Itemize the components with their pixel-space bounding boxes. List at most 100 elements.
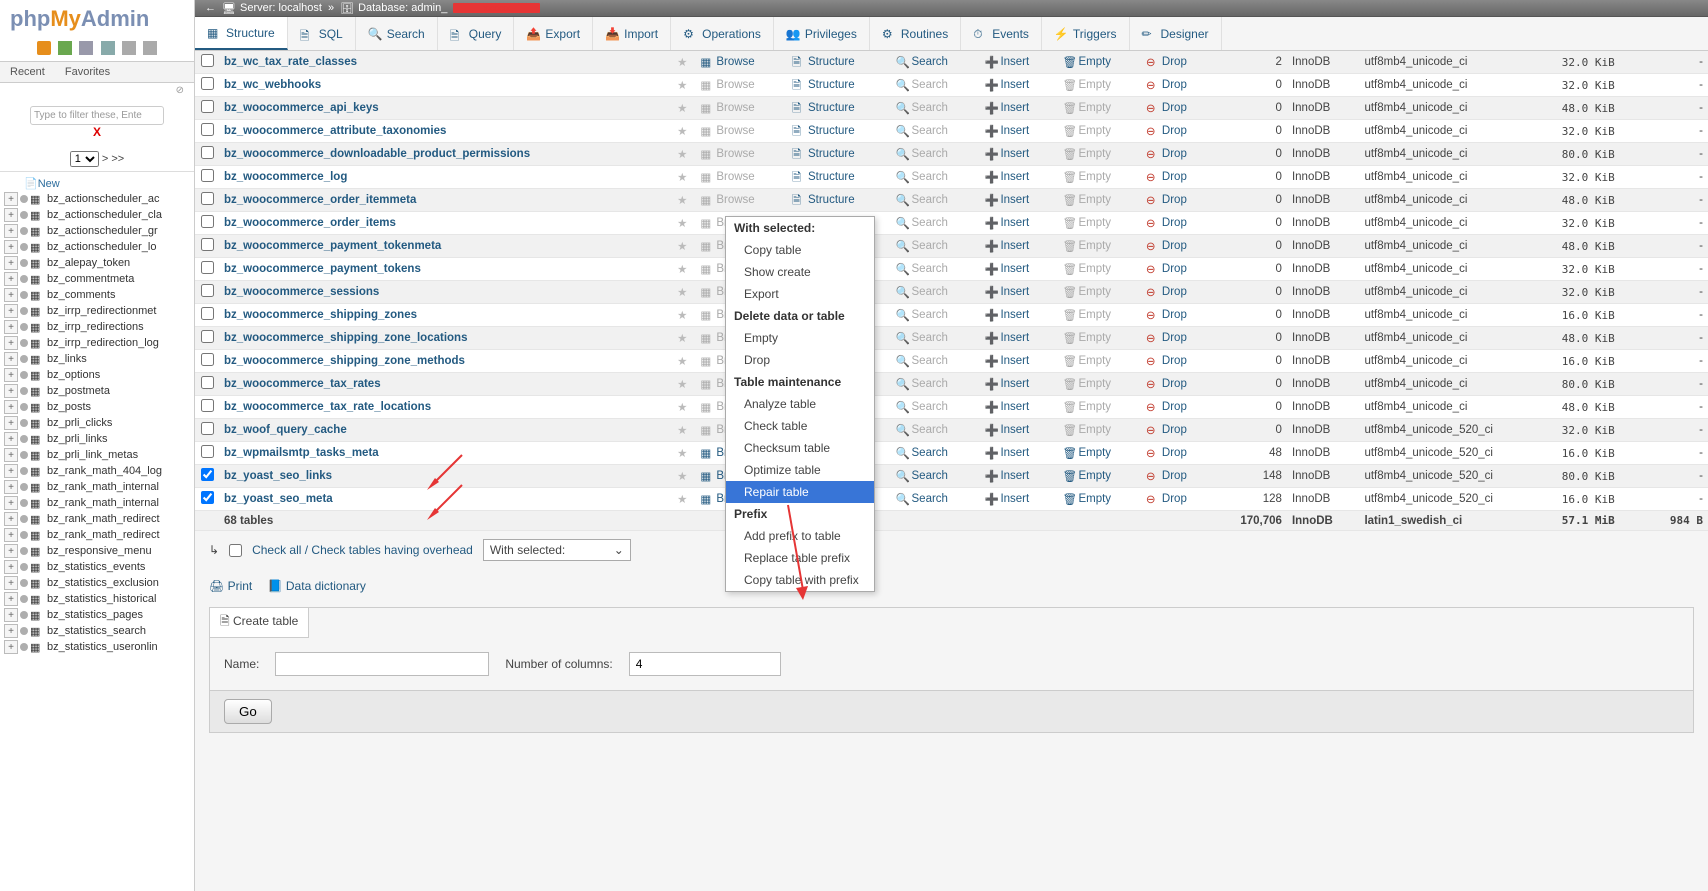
tree-item[interactable]: +▦bz_prli_clicks [4, 415, 194, 431]
expand-icon[interactable]: + [4, 464, 18, 478]
row-checkbox[interactable] [201, 123, 214, 136]
insert-action[interactable]: ➕Insert [984, 56, 1029, 68]
tree-item[interactable]: +▦bz_rank_math_redirect [4, 511, 194, 527]
expand-icon[interactable]: + [4, 608, 18, 622]
empty-action[interactable]: 🗑Empty [1062, 217, 1111, 229]
ctx-checksum[interactable]: Checksum table [726, 437, 874, 459]
tree-item[interactable]: +▦bz_options [4, 367, 194, 383]
drop-action[interactable]: ⊖Drop [1146, 125, 1187, 137]
tab-operations[interactable]: ⚙Operations [671, 17, 774, 50]
search-action[interactable]: 🔍Search [896, 401, 948, 413]
tab-query[interactable]: 🗎Query [438, 17, 515, 50]
table-name-link[interactable]: bz_woocommerce_shipping_zone_locations [224, 332, 467, 344]
drop-action[interactable]: ⊖Drop [1146, 79, 1187, 91]
tree-item[interactable]: +▦bz_actionscheduler_gr [4, 223, 194, 239]
drop-action[interactable]: ⊖Drop [1146, 240, 1187, 252]
tree-item[interactable]: +▦bz_commentmeta [4, 271, 194, 287]
tab-recent[interactable]: Recent [0, 62, 55, 82]
search-action[interactable]: 🔍Search [896, 102, 948, 114]
search-action[interactable]: 🔍Search [896, 493, 948, 505]
nav-left-icon[interactable]: ← [205, 2, 216, 14]
star-icon[interactable]: ★ [677, 218, 687, 230]
expand-icon[interactable]: + [4, 192, 18, 206]
ctx-analyze[interactable]: Analyze table [726, 393, 874, 415]
table-name-link[interactable]: bz_yoast_seo_links [224, 470, 332, 482]
ctx-export[interactable]: Export [726, 283, 874, 305]
browse-action[interactable]: ▦Browse [700, 56, 754, 68]
tree-item[interactable]: +▦bz_rank_math_404_log [4, 463, 194, 479]
drop-action[interactable]: ⊖Drop [1146, 401, 1187, 413]
with-selected-dropdown[interactable]: With selected: ⌄ [483, 539, 631, 561]
star-icon[interactable]: ★ [677, 379, 687, 391]
expand-icon[interactable]: + [4, 224, 18, 238]
row-checkbox[interactable] [201, 307, 214, 320]
ctx-drop[interactable]: Drop [726, 349, 874, 371]
table-name-link[interactable]: bz_woocommerce_api_keys [224, 102, 379, 114]
ctx-check[interactable]: Check table [726, 415, 874, 437]
tree-item[interactable]: +▦bz_responsive_menu [4, 543, 194, 559]
tree-item[interactable]: +▦bz_rank_math_internal [4, 495, 194, 511]
search-action[interactable]: 🔍Search [896, 355, 948, 367]
tree-item[interactable]: +▦bz_prli_links [4, 431, 194, 447]
search-action[interactable]: 🔍Search [896, 240, 948, 252]
search-action[interactable]: 🔍Search [896, 309, 948, 321]
structure-action[interactable]: 🗎Structure [792, 125, 855, 137]
table-name-link[interactable]: bz_woocommerce_log [224, 171, 347, 183]
browse-action[interactable]: ▦Browse [700, 148, 754, 160]
ctx-optimize[interactable]: Optimize table [726, 459, 874, 481]
empty-action[interactable]: 🗑Empty [1062, 424, 1111, 436]
expand-icon[interactable]: + [4, 336, 18, 350]
expand-icon[interactable]: + [4, 416, 18, 430]
star-icon[interactable]: ★ [677, 195, 687, 207]
star-icon[interactable]: ★ [677, 264, 687, 276]
table-name-link[interactable]: bz_woocommerce_tax_rate_locations [224, 401, 431, 413]
star-icon[interactable]: ★ [677, 287, 687, 299]
empty-action[interactable]: 🗑Empty [1062, 102, 1111, 114]
drop-action[interactable]: ⊖Drop [1146, 493, 1187, 505]
structure-action[interactable]: 🗎Structure [792, 171, 855, 183]
tree-item[interactable]: +▦bz_statistics_exclusion [4, 575, 194, 591]
table-name-link[interactable]: bz_woocommerce_order_items [224, 217, 396, 229]
settings-icon[interactable] [122, 41, 136, 55]
table-name-link[interactable]: bz_woocommerce_payment_tokenmeta [224, 240, 441, 252]
insert-action[interactable]: ➕Insert [984, 424, 1029, 436]
expand-icon[interactable]: + [4, 576, 18, 590]
ctx-show-create[interactable]: Show create [726, 261, 874, 283]
row-checkbox[interactable] [201, 445, 214, 458]
search-action[interactable]: 🔍Search [896, 148, 948, 160]
table-name-link[interactable]: bz_woocommerce_downloadable_product_perm… [224, 148, 530, 160]
drop-action[interactable]: ⊖Drop [1146, 424, 1187, 436]
drop-action[interactable]: ⊖Drop [1146, 171, 1187, 183]
insert-action[interactable]: ➕Insert [984, 286, 1029, 298]
ctx-empty[interactable]: Empty [726, 327, 874, 349]
tab-import[interactable]: 📥Import [593, 17, 671, 50]
drop-action[interactable]: ⊖Drop [1146, 194, 1187, 206]
expand-icon[interactable]: + [4, 480, 18, 494]
table-name-link[interactable]: bz_woof_query_cache [224, 424, 347, 436]
tab-routines[interactable]: ⚙Routines [870, 17, 961, 50]
tree-item[interactable]: +▦bz_statistics_events [4, 559, 194, 575]
tree-item[interactable]: +▦bz_statistics_useronlin [4, 639, 194, 655]
search-action[interactable]: 🔍Search [896, 263, 948, 275]
insert-action[interactable]: ➕Insert [984, 102, 1029, 114]
row-checkbox[interactable] [201, 422, 214, 435]
tree-item[interactable]: +▦bz_irrp_redirection_log [4, 335, 194, 351]
search-action[interactable]: 🔍Search [896, 286, 948, 298]
tree-item[interactable]: +▦bz_statistics_search [4, 623, 194, 639]
browse-action[interactable]: ▦Browse [700, 79, 754, 91]
browse-action[interactable]: ▦Browse [700, 102, 754, 114]
insert-action[interactable]: ➕Insert [984, 470, 1029, 482]
empty-action[interactable]: 🗑Empty [1062, 79, 1111, 91]
bc-server[interactable]: Server: localhost [240, 2, 322, 14]
expand-icon[interactable]: + [4, 368, 18, 382]
tab-events[interactable]: ⏱Events [961, 17, 1042, 50]
drop-action[interactable]: ⊖Drop [1146, 309, 1187, 321]
empty-action[interactable]: 🗑Empty [1062, 355, 1111, 367]
row-checkbox[interactable] [201, 100, 214, 113]
star-icon[interactable]: ★ [677, 425, 687, 437]
star-icon[interactable]: ★ [677, 103, 687, 115]
tree-item[interactable]: +▦bz_comments [4, 287, 194, 303]
tree-item[interactable]: +▦bz_prli_link_metas [4, 447, 194, 463]
expand-icon[interactable]: + [4, 544, 18, 558]
print-link[interactable]: 🖨 Print [209, 579, 252, 593]
